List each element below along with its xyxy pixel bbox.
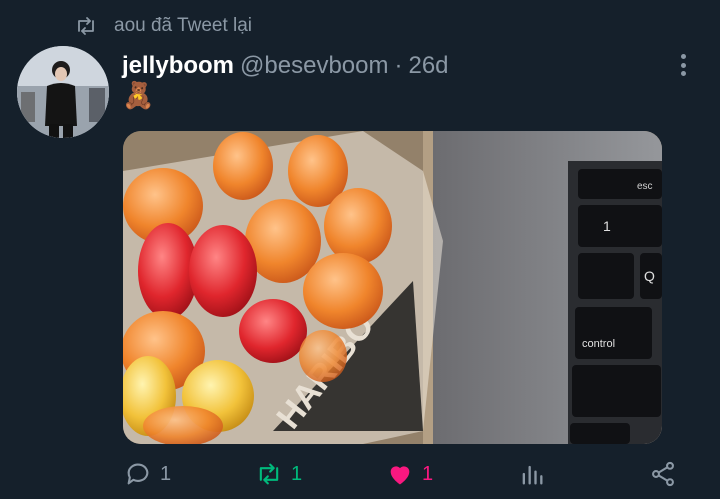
retweet-context[interactable]: aou đã Tweet lại [74,12,252,40]
separator: · [394,52,403,79]
tweet-header: jellyboom @besevboom · 26d [122,52,449,80]
like-button[interactable]: 1 [386,454,433,494]
share-icon [652,461,674,487]
retweet-context-text: aou đã Tweet lại [114,15,253,36]
avatar[interactable] [17,46,109,138]
retweet-icon [78,17,94,35]
handle[interactable]: @besevboom [240,52,388,80]
timestamp[interactable]: 26d [408,52,448,80]
gummy-bear-photo: esc 1 Q control HARIBO [123,131,662,444]
retweet-button[interactable]: 1 [255,454,302,494]
tweet-media-image[interactable]: esc 1 Q control HARIBO [123,131,662,444]
heart-icon [390,466,410,485]
share-button[interactable] [649,454,677,494]
analytics-icon [522,465,543,485]
svg-text:esc: esc [637,181,653,192]
more-dot-icon [680,71,686,76]
display-name[interactable]: jellyboom [122,52,234,80]
more-options-button[interactable] [672,50,694,80]
svg-text:control: control [582,338,615,350]
more-dot-icon [680,62,686,68]
svg-text:Q: Q [644,268,655,284]
reply-icon [127,463,149,485]
reply-button[interactable]: 1 [124,454,171,494]
reply-count: 1 [160,462,172,485]
retweet-icon [259,463,279,485]
tweet-text: 🧸 [122,80,155,110]
like-count: 1 [422,462,434,485]
retweet-count: 1 [291,462,303,485]
tweet-actions-bar: 1 1 1 [0,454,720,494]
more-dot-icon [680,54,686,59]
svg-text:1: 1 [603,218,611,234]
analytics-button[interactable] [518,454,546,494]
